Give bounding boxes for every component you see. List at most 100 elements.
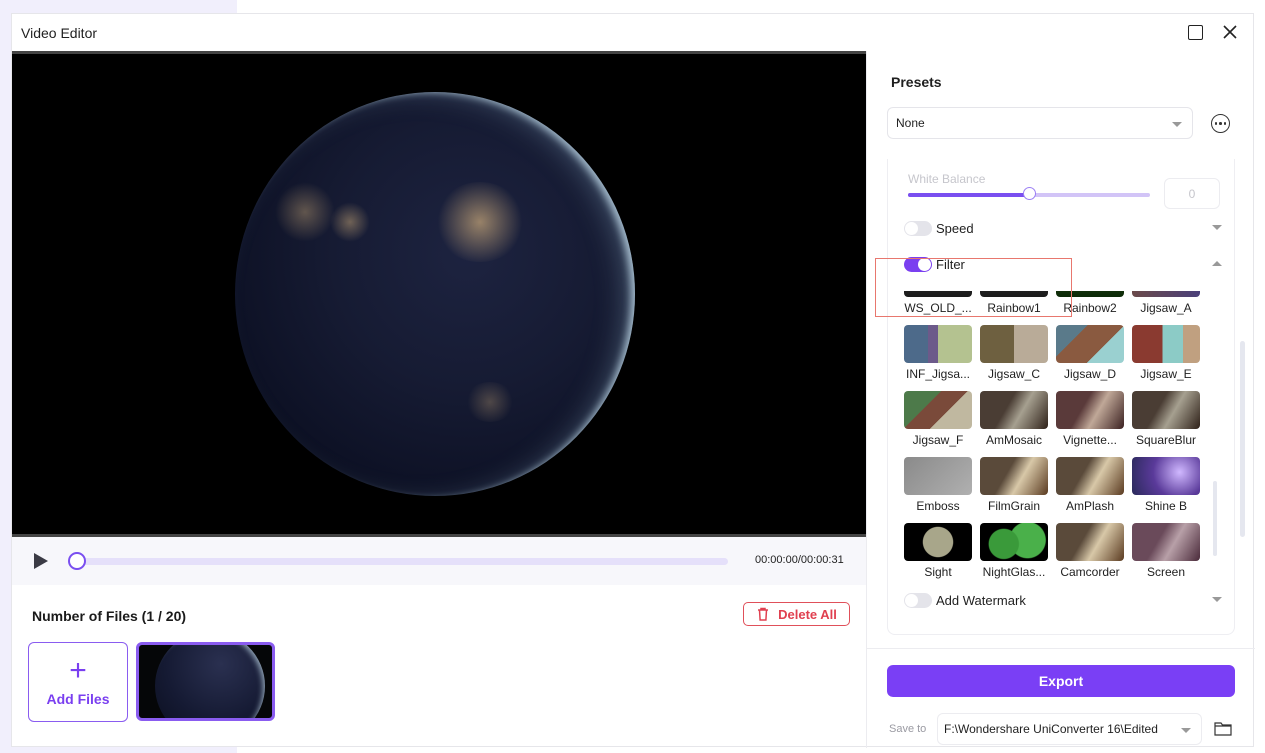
filter-name: Sight bbox=[924, 565, 952, 579]
filter-name: Jigsaw_E bbox=[1140, 367, 1192, 381]
title-bar: Video Editor bbox=[12, 14, 1253, 51]
filter-item[interactable]: WS_OLD_... bbox=[904, 291, 972, 315]
play-button[interactable] bbox=[34, 553, 48, 569]
filter-item[interactable]: Camcorder bbox=[1056, 523, 1124, 579]
chevron-down-icon[interactable] bbox=[1212, 597, 1222, 602]
filter-label: Filter bbox=[936, 256, 965, 272]
close-icon bbox=[1223, 25, 1237, 39]
filter-item[interactable]: FilmGrain bbox=[980, 457, 1048, 513]
filter-name: NightGlas... bbox=[982, 565, 1046, 579]
white-balance-thumb[interactable] bbox=[1023, 187, 1036, 200]
save-location-dropdown[interactable]: F:\Wondershare UniConverter 16\Edited bbox=[937, 713, 1202, 745]
filter-name: Camcorder bbox=[1060, 565, 1120, 579]
filter-scrollbar[interactable] bbox=[1213, 481, 1217, 556]
time-display: 00:00:00/00:00:31 bbox=[755, 554, 844, 566]
filter-item[interactable]: Rainbow1 bbox=[980, 291, 1048, 315]
background-strip bbox=[0, 0, 237, 14]
settings-list: White Balance 0 Speed Filter WS_OLD_... R… bbox=[887, 159, 1235, 635]
chevron-up-icon[interactable] bbox=[1212, 261, 1222, 266]
filter-name: Screen bbox=[1146, 565, 1186, 579]
panel-scrollbar[interactable] bbox=[1240, 341, 1245, 537]
filter-thumbnail bbox=[904, 457, 972, 495]
filter-thumbnail bbox=[904, 291, 972, 297]
save-to-label: Save to bbox=[889, 723, 927, 735]
filter-item[interactable]: Jigsaw_F bbox=[904, 391, 972, 447]
filter-item[interactable]: Jigsaw_C bbox=[980, 325, 1048, 381]
plus-icon: + bbox=[69, 654, 87, 687]
filter-item[interactable]: SquareBlur bbox=[1132, 391, 1200, 447]
filter-name: SquareBlur bbox=[1135, 433, 1197, 447]
filter-name: Jigsaw_D bbox=[1063, 367, 1117, 381]
filter-thumbnail bbox=[1132, 325, 1200, 363]
filter-thumbnail bbox=[980, 325, 1048, 363]
filter-name: Emboss bbox=[916, 499, 960, 513]
speed-label: Speed bbox=[936, 220, 974, 236]
delete-all-button[interactable]: Delete All bbox=[743, 602, 850, 626]
filter-name: INF_Jigsa... bbox=[905, 367, 971, 381]
filter-thumbnail bbox=[1056, 325, 1124, 363]
maximize-button[interactable] bbox=[1185, 22, 1205, 42]
settings-panel: Presets None White Balance 0 Speed Filte… bbox=[866, 51, 1255, 748]
close-button[interactable] bbox=[1220, 22, 1240, 42]
filter-item[interactable]: Vignette... bbox=[1056, 391, 1124, 447]
filter-item[interactable]: Sight bbox=[904, 523, 972, 579]
more-options-button[interactable] bbox=[1211, 114, 1230, 133]
add-files-label: Add Files bbox=[46, 691, 110, 707]
filter-name: AmMosaic bbox=[985, 433, 1042, 447]
delete-all-label: Delete All bbox=[778, 606, 837, 622]
filter-thumbnail bbox=[1132, 523, 1200, 561]
trash-icon bbox=[758, 607, 769, 621]
timeline-thumb[interactable] bbox=[68, 552, 86, 570]
filter-thumbnail bbox=[980, 391, 1048, 429]
watermark-toggle[interactable] bbox=[904, 592, 932, 608]
filter-thumbnail bbox=[1132, 457, 1200, 495]
filter-item[interactable]: Shine B bbox=[1132, 457, 1200, 513]
filter-item[interactable]: Jigsaw_A bbox=[1132, 291, 1200, 315]
chevron-down-icon[interactable] bbox=[1212, 225, 1222, 230]
filter-thumbnail bbox=[904, 523, 972, 561]
preset-dropdown[interactable]: None bbox=[887, 107, 1193, 139]
filter-toggle[interactable] bbox=[904, 256, 932, 272]
filter-item[interactable]: Emboss bbox=[904, 457, 972, 513]
add-files-button[interactable]: + Add Files bbox=[28, 642, 128, 722]
preset-value: None bbox=[896, 116, 925, 130]
filter-name: Jigsaw_F bbox=[912, 433, 964, 447]
folder-icon[interactable] bbox=[1214, 721, 1232, 736]
divider bbox=[867, 648, 1255, 649]
filter-thumbnail bbox=[904, 391, 972, 429]
filter-item[interactable]: AmPlash bbox=[1056, 457, 1124, 513]
filter-name: WS_OLD_... bbox=[904, 301, 972, 315]
filter-thumbnail bbox=[1132, 391, 1200, 429]
filter-grid: WS_OLD_... Rainbow1 Rainbow2 Jigsaw_A INF_Ji… bbox=[904, 291, 1214, 581]
filter-name: AmPlash bbox=[1065, 499, 1115, 513]
filter-name: Jigsaw_C bbox=[987, 367, 1041, 381]
filter-item[interactable]: Screen bbox=[1132, 523, 1200, 579]
speed-row[interactable]: Speed bbox=[904, 217, 1222, 239]
filter-thumbnail bbox=[1056, 457, 1124, 495]
filter-item[interactable]: NightGlas... bbox=[980, 523, 1048, 579]
filter-item[interactable]: Jigsaw_D bbox=[1056, 325, 1124, 381]
filter-name: Rainbow2 bbox=[1063, 301, 1117, 315]
window-title: Video Editor bbox=[21, 24, 98, 41]
filter-thumbnail bbox=[980, 523, 1048, 561]
filter-thumbnail bbox=[1132, 291, 1200, 297]
file-thumbnail[interactable] bbox=[136, 642, 275, 721]
export-button[interactable]: Export bbox=[887, 665, 1235, 697]
filter-row[interactable]: Filter bbox=[904, 253, 1222, 275]
white-balance-value[interactable]: 0 bbox=[1164, 178, 1220, 209]
filter-item[interactable]: INF_Jigsa... bbox=[904, 325, 972, 381]
filter-item[interactable]: Rainbow2 bbox=[1056, 291, 1124, 315]
filter-name: Rainbow1 bbox=[987, 301, 1041, 315]
timeline-slider[interactable] bbox=[72, 558, 728, 565]
video-preview[interactable] bbox=[12, 51, 866, 537]
save-path: F:\Wondershare UniConverter 16\Edited bbox=[944, 722, 1158, 736]
files-count-label: Number of Files (1 / 20) bbox=[32, 608, 187, 624]
filter-thumbnail bbox=[1056, 291, 1124, 297]
watermark-row[interactable]: Add Watermark bbox=[904, 589, 1222, 611]
filter-item[interactable]: AmMosaic bbox=[980, 391, 1048, 447]
white-balance-label: White Balance bbox=[908, 172, 986, 186]
filter-item[interactable]: Jigsaw_E bbox=[1132, 325, 1200, 381]
speed-toggle[interactable] bbox=[904, 220, 932, 236]
filter-thumbnail bbox=[904, 325, 972, 363]
watermark-label: Add Watermark bbox=[936, 592, 1026, 608]
